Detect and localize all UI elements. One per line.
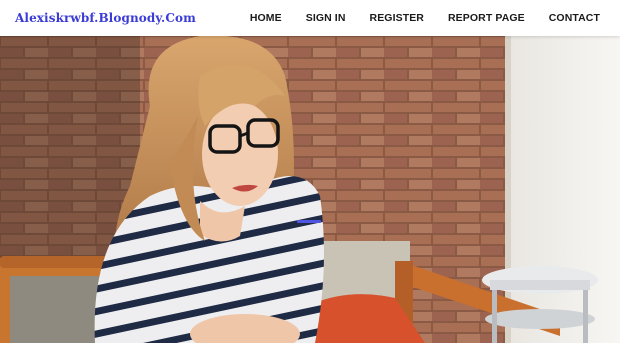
main-nav: HOME SIGN IN REGISTER REPORT PAGE CONTAC… xyxy=(250,12,600,24)
slider-indicator[interactable] xyxy=(297,220,321,223)
nav-report-page[interactable]: REPORT PAGE xyxy=(448,12,525,24)
hero-photo xyxy=(0,36,620,343)
nav-contact[interactable]: CONTACT xyxy=(549,12,600,24)
nav-home[interactable]: HOME xyxy=(250,12,282,24)
nav-sign-in[interactable]: SIGN IN xyxy=(306,12,346,24)
hero-banner xyxy=(0,36,620,343)
nav-register[interactable]: REGISTER xyxy=(370,12,424,24)
site-header: Alexiskrwbf.Blognody.Com HOME SIGN IN RE… xyxy=(0,0,620,36)
site-logo-link[interactable]: Alexiskrwbf.Blognody.Com xyxy=(15,11,196,25)
